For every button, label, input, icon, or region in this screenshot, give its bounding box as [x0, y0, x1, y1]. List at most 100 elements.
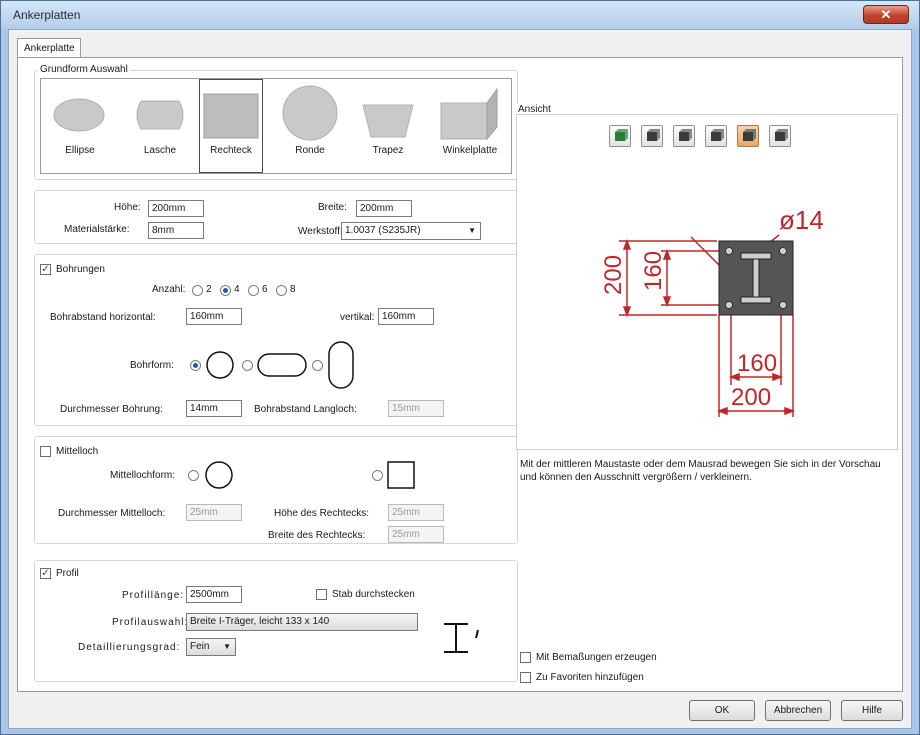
shape-ronde[interactable]: Ronde	[273, 81, 347, 171]
tab-page: Grundform Auswahl Ellipse Lasche Rechtec…	[17, 57, 903, 692]
dim-160-vertical-text: 160	[640, 251, 667, 291]
favoriten-checkbox[interactable]	[520, 672, 531, 683]
durchmesser-bohrung-field[interactable]: 14mm	[186, 400, 242, 417]
profillaenge-field[interactable]: 2500mm	[186, 586, 242, 603]
cube-view-icon	[679, 129, 692, 141]
shape-lasche[interactable]: Lasche	[123, 81, 197, 171]
bohrungen-group	[34, 254, 518, 426]
bohrungen-label: Bohrungen	[56, 264, 105, 275]
hoehe-rechteck-field[interactable]: 25mm	[388, 504, 444, 521]
bohrabstand-langloch-field[interactable]: 15mm	[388, 400, 444, 417]
mittellochform-radio-round[interactable]	[188, 470, 199, 481]
chevron-down-icon: ▼	[223, 642, 231, 651]
anchor-plate-drawing: ø14 200 160 160 200	[600, 205, 824, 417]
materialstaerke-field[interactable]: 8mm	[148, 222, 204, 239]
shape-winkelplatte[interactable]: Winkelplatte	[431, 81, 509, 171]
title-bar[interactable]: Ankerplatten ✕	[1, 1, 919, 29]
winkelplatte-shape-icon	[440, 87, 498, 141]
shape-label-trapez: Trapez	[372, 145, 404, 156]
preview-panel[interactable]: ø14 200 160 160 200	[516, 114, 898, 450]
breite-label: Breite:	[318, 202, 347, 213]
mittellochform-label: Mittellochform:	[110, 470, 176, 481]
shape-trapez[interactable]: Trapez	[351, 81, 425, 171]
durchmesser-mittelloch-field[interactable]: 25mm	[186, 504, 242, 521]
profilauswahl-label: Profilauswahl:	[112, 617, 189, 628]
trapez-shape-icon	[362, 104, 414, 138]
round-hole-icon	[206, 351, 234, 379]
detaillierungsgrad-value: Fein	[190, 641, 210, 652]
vertikal-field[interactable]: 160mm	[378, 308, 434, 325]
stab-durchstecken-label: Stab durchstecken	[332, 589, 415, 600]
profilauswahl-value: Breite I-Träger, leicht 133 x 140	[190, 616, 330, 627]
ellipse-shape-icon	[53, 98, 105, 132]
ronde-shape-icon	[282, 85, 338, 141]
anzahl-option-2: 2	[206, 284, 212, 295]
shape-ellipse[interactable]: Ellipse	[43, 81, 117, 171]
anzahl-radio-6[interactable]	[248, 285, 259, 296]
bohrungen-checkbox[interactable]: ✓	[40, 264, 51, 275]
werkstoff-value: 1.0037 (S235JR)	[345, 225, 421, 236]
profillaenge-label: Profillänge:	[122, 590, 185, 601]
shape-label-rechteck: Rechteck	[210, 145, 252, 156]
shape-selection-label: Grundform Auswahl	[38, 64, 130, 75]
tab-ankerplatte[interactable]: Ankerplatte	[17, 38, 81, 58]
view-iso-1-button[interactable]	[609, 125, 631, 147]
close-button[interactable]: ✕	[863, 5, 909, 24]
bohrabstand-langloch-label: Bohrabstand Langloch:	[254, 404, 357, 415]
werkstoff-select[interactable]: 1.0037 (S235JR) ▼	[341, 222, 481, 240]
cube-view-icon	[775, 129, 788, 141]
view-iso-6-button[interactable]	[769, 125, 791, 147]
hoehe-label: Höhe:	[114, 202, 141, 213]
window-title: Ankerplatten	[13, 8, 81, 22]
bemassung-checkbox[interactable]	[520, 652, 531, 663]
bohrform-radio-langloch-h[interactable]	[242, 360, 253, 371]
mittellochform-radio-rect[interactable]	[372, 470, 383, 481]
mittelloch-label: Mittelloch	[56, 446, 99, 457]
rechteck-shape-icon	[203, 93, 259, 139]
shape-label-ronde: Ronde	[295, 145, 325, 156]
bohrform-radio-langloch-v[interactable]	[312, 360, 323, 371]
slot-horizontal-icon	[257, 353, 307, 377]
cube-view-icon	[743, 129, 756, 141]
breite-rechteck-field[interactable]: 25mm	[388, 526, 444, 543]
anzahl-radio-4[interactable]	[220, 285, 231, 296]
bohrabstand-horizontal-label: Bohrabstand horizontal:	[50, 312, 156, 323]
bohrabstand-horizontal-field[interactable]: 160mm	[186, 308, 242, 325]
round-center-hole-icon	[205, 461, 233, 489]
bohrform-radio-round[interactable]	[190, 360, 201, 371]
bohrform-label: Bohrform:	[130, 360, 174, 371]
dialog-client: Ankerplatte Grundform Auswahl Ellipse La…	[8, 29, 912, 729]
chevron-down-icon: ▼	[468, 226, 476, 235]
stab-durchstecken-checkbox[interactable]	[316, 589, 327, 600]
profil-checkbox[interactable]: ✓	[40, 568, 51, 579]
breite-field[interactable]: 200mm	[356, 200, 412, 217]
profilauswahl-select[interactable]: Breite I-Träger, leicht 133 x 140	[186, 613, 418, 631]
durchmesser-mittelloch-label: Durchmesser Mittelloch:	[58, 508, 166, 519]
anzahl-radio-8[interactable]	[276, 285, 287, 296]
view-iso-3-button[interactable]	[673, 125, 695, 147]
hoehe-field[interactable]: 200mm	[148, 200, 204, 217]
cube-view-icon	[615, 129, 628, 141]
detaillierungsgrad-select[interactable]: Fein ▼	[186, 638, 236, 656]
shape-label-lasche: Lasche	[143, 145, 177, 156]
anzahl-option-8: 8	[290, 284, 296, 295]
mittelloch-checkbox[interactable]	[40, 446, 51, 457]
durchmesser-bohrung-label: Durchmesser Bohrung:	[60, 404, 163, 415]
cancel-button[interactable]: Abbrechen	[765, 700, 831, 721]
help-button[interactable]: Hilfe	[841, 700, 903, 721]
vertikal-label: vertikal:	[340, 312, 375, 323]
view-iso-4-button[interactable]	[705, 125, 727, 147]
dim-diameter-text: ø14	[779, 205, 824, 235]
view-iso-2-button[interactable]	[641, 125, 663, 147]
mittelloch-group	[34, 436, 518, 544]
anzahl-radio-2[interactable]	[192, 285, 203, 296]
shape-label-winkelplatte: Winkelplatte	[442, 145, 498, 156]
view-top-button[interactable]	[737, 125, 759, 147]
shape-rechteck[interactable]: Rechteck	[199, 79, 263, 173]
ok-button[interactable]: OK	[689, 700, 755, 721]
dim-200-vertical-text: 200	[600, 255, 627, 295]
bemassung-label: Mit Bemaßungen erzeugen	[536, 652, 657, 663]
werkstoff-label: Werkstoff:	[298, 226, 343, 237]
shape-list: Ellipse Lasche Rechteck Ronde Trapez Win…	[40, 78, 512, 174]
slot-vertical-icon	[328, 341, 354, 389]
